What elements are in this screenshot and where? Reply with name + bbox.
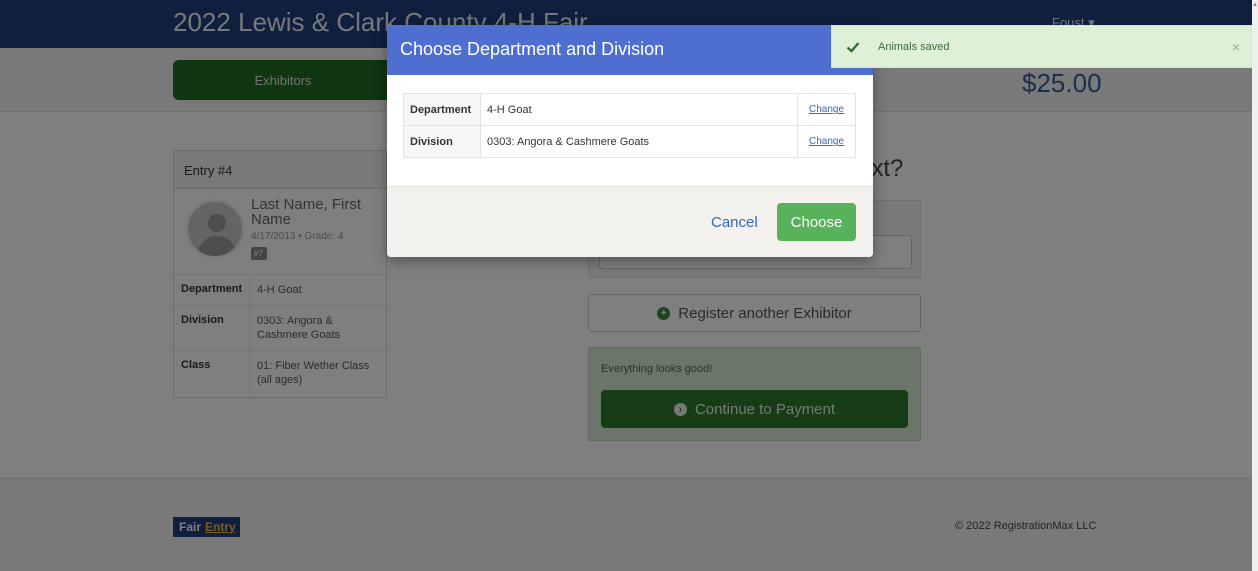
table-row: Division 0303: Angora & Cashmere Goats C… <box>403 125 856 158</box>
change-division-link[interactable]: Change <box>809 136 844 147</box>
check-icon <box>846 40 860 54</box>
row-label-division: Division <box>403 125 481 158</box>
scroll-up-arrow-icon[interactable]: ▲ <box>1252 2 1258 8</box>
choose-button[interactable]: Choose <box>777 203 856 241</box>
selection-table: Department 4-H Goat Change Division 0303… <box>403 93 856 158</box>
close-icon[interactable]: × <box>1221 39 1251 55</box>
dialog-footer: Cancel Choose <box>387 186 873 257</box>
change-department-link[interactable]: Change <box>809 104 844 115</box>
choose-department-division-dialog: Choose Department and Division Departmen… <box>387 25 873 257</box>
table-row: Department 4-H Goat Change <box>403 93 856 126</box>
row-value-division: 0303: Angora & Cashmere Goats <box>480 125 798 158</box>
dialog-title: Choose Department and Division <box>387 25 873 75</box>
cancel-button[interactable]: Cancel <box>711 203 758 241</box>
row-value-department: 4-H Goat <box>480 93 798 126</box>
dialog-body: Department 4-H Goat Change Division 0303… <box>387 75 873 186</box>
toast-message: Animals saved <box>878 40 950 53</box>
animals-saved-toast: Animals saved × <box>831 25 1252 68</box>
row-label-department: Department <box>403 93 481 126</box>
scrollbar[interactable]: ▲ <box>1252 0 1258 571</box>
